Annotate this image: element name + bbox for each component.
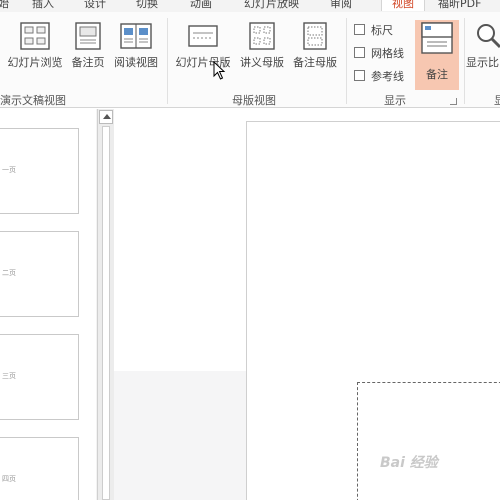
thumbnail-scrollbar[interactable] [97, 109, 114, 500]
mouse-cursor-icon [213, 61, 226, 80]
slide-sorter-button[interactable]: 幻灯片浏览 [4, 22, 66, 70]
notes-page[interactable] [246, 121, 500, 500]
show-group-label: 显示 [384, 94, 406, 107]
notes-placeholder[interactable] [357, 382, 500, 500]
notes-master-button[interactable]: 备注母版 [290, 22, 340, 70]
show-group-dialog-launcher[interactable] [450, 98, 457, 105]
notes-page-button[interactable]: 备注页 [68, 22, 108, 70]
ruler-checkbox[interactable]: 标尺 [354, 22, 393, 38]
slide-thumbnail-pane: 一页 二页 三页 四页 [0, 109, 114, 500]
slide-thumbnail-2[interactable]: 二页 [0, 231, 79, 317]
scrollbar-thumb[interactable] [102, 126, 110, 500]
tab-foxit-pdf[interactable]: 福昕PDF [438, 0, 481, 11]
thumbnail-text: 三页 [2, 372, 16, 380]
ruler-label: 标尺 [371, 24, 393, 37]
tab-transitions[interactable]: 切换 [136, 0, 158, 11]
checkbox-box[interactable] [354, 70, 365, 81]
tab-insert[interactable]: 插入 [32, 0, 54, 11]
notes-toggle-button[interactable]: 备注 [415, 20, 459, 90]
presentation-views-group-label: 演示文稿视图 [0, 94, 66, 107]
magnifier-icon [477, 24, 500, 49]
slide-sorter-icon [20, 22, 50, 50]
reading-view-icon [120, 23, 152, 49]
tab-view[interactable]: 视图 [381, 0, 425, 11]
slide-thumbnail-3[interactable]: 三页 [0, 334, 79, 420]
notes-page-icon [75, 22, 101, 50]
notes-button-label: 备注 [426, 68, 448, 81]
gridlines-label: 网格线 [371, 47, 404, 60]
group-separator [167, 18, 168, 104]
checkbox-box[interactable] [354, 24, 365, 35]
slide-thumbnail-4[interactable]: 四页 [0, 437, 79, 500]
notes-master-icon [303, 22, 327, 50]
guides-checkbox[interactable]: 参考线 [354, 68, 404, 84]
thumbnail-list: 一页 二页 三页 四页 [0, 109, 96, 500]
zoom-label: 显示比 [466, 56, 499, 69]
thumbnail-text: 一页 [2, 166, 16, 174]
notes-icon [421, 22, 453, 54]
group-separator [464, 18, 465, 104]
guides-label: 参考线 [371, 70, 404, 83]
tab-design[interactable]: 设计 [84, 0, 106, 11]
tab-animations[interactable]: 动画 [190, 0, 212, 11]
reading-view-button[interactable]: 阅读视图 [110, 22, 162, 70]
tab-slideshow[interactable]: 幻灯片放映 [244, 0, 299, 11]
handout-master-label: 讲义母版 [240, 56, 284, 69]
zoom-button[interactable]: 显示比 [466, 22, 500, 70]
editing-area [114, 109, 500, 500]
thumbnail-text: 四页 [2, 475, 16, 483]
slide-sorter-label: 幻灯片浏览 [7, 56, 63, 69]
watermark: Bai 经验 [380, 455, 438, 471]
tab-review[interactable]: 审阅 [330, 0, 352, 11]
ribbon-view: 幻灯片浏览 备注页 阅读视图 演示文稿视图 幻灯片母版 讲义母版 备注母版 母版… [0, 12, 500, 108]
slide-master-icon [188, 25, 218, 47]
notes-page-label: 备注页 [71, 56, 105, 69]
thumbnail-text: 二页 [2, 269, 16, 277]
slide-thumbnail-1[interactable]: 一页 [0, 128, 79, 214]
reading-view-label: 阅读视图 [114, 56, 158, 69]
handout-master-button[interactable]: 讲义母版 [237, 22, 287, 70]
notes-master-label: 备注母版 [293, 56, 337, 69]
zoom-group-label: 显 [494, 94, 500, 107]
master-views-group-label: 母版视图 [232, 94, 276, 107]
checkbox-box[interactable] [354, 47, 365, 58]
ribbon-tab-strip: 始 插入 设计 切换 动画 幻灯片放映 审阅 视图 福昕PDF [0, 0, 500, 12]
tab-home[interactable]: 始 [0, 0, 9, 11]
group-separator [346, 18, 347, 104]
gridlines-checkbox[interactable]: 网格线 [354, 45, 404, 61]
handout-master-icon [249, 22, 275, 50]
scroll-up-arrow-icon[interactable] [99, 110, 113, 124]
